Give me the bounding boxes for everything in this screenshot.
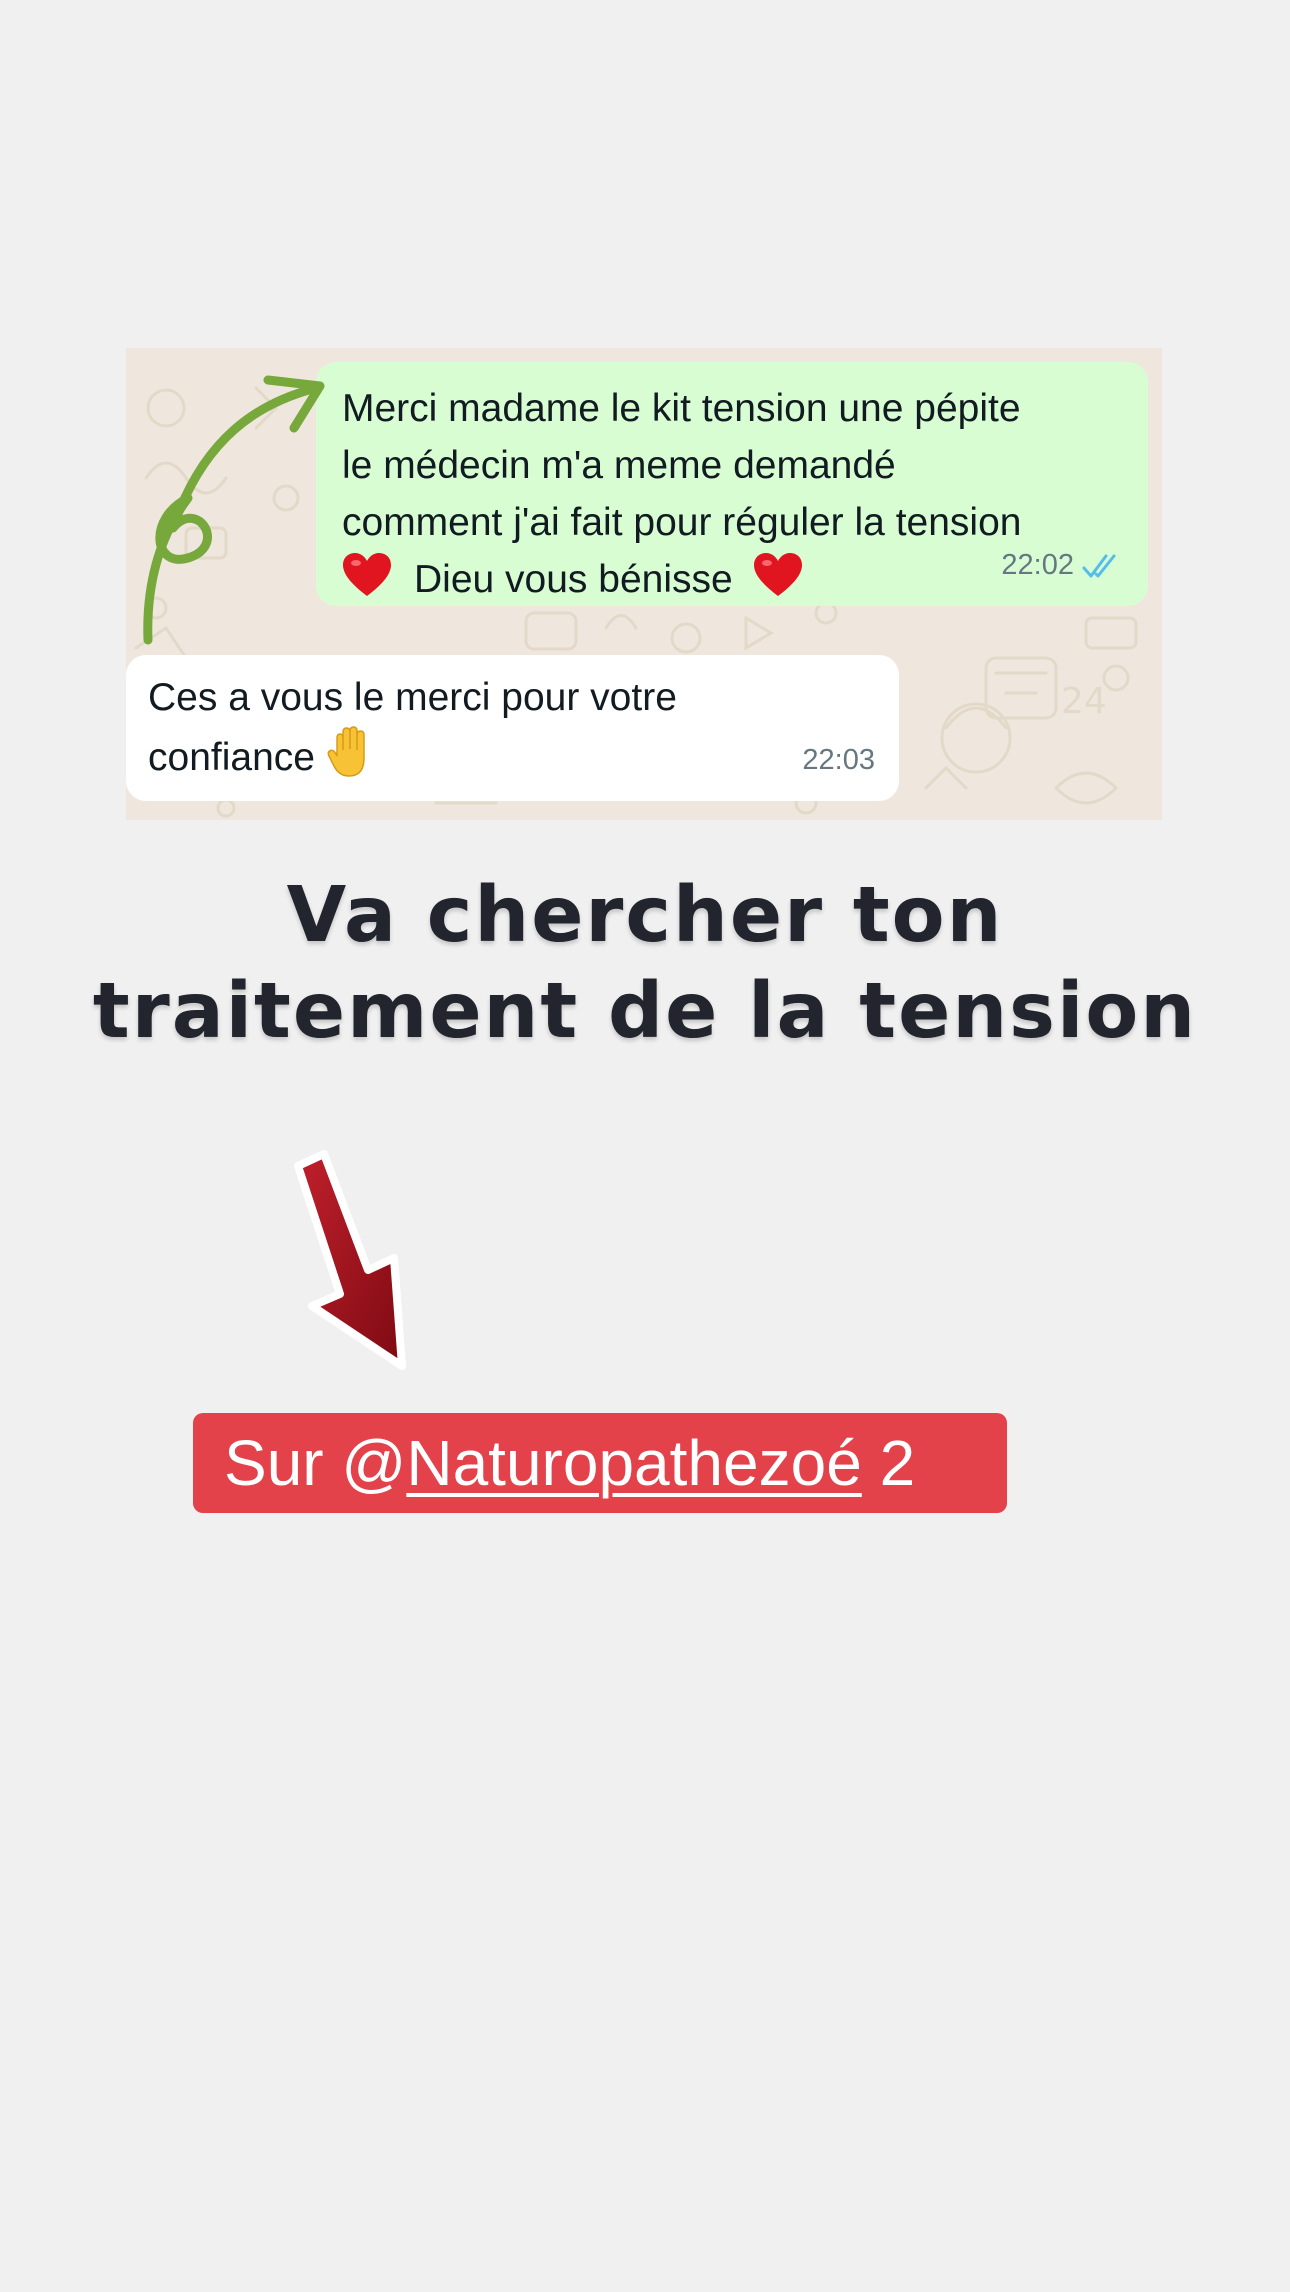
outgoing-message-bubble[interactable]: Merci madame le kit tension une pépite l…	[316, 362, 1148, 606]
message-line: le médecin m'a meme demandé	[342, 444, 896, 487]
headline: Va chercher ton traitement de la tension	[0, 868, 1290, 1060]
message-line-last: confiance	[148, 726, 875, 786]
heart-icon	[753, 553, 802, 596]
message-line: Merci madame le kit tension une pépite	[342, 387, 1021, 430]
incoming-message-bubble[interactable]: Ces a vous le merci pour votre confiance…	[126, 655, 899, 801]
double-check-icon	[1082, 554, 1116, 577]
message-line: Ces a vous le merci pour votre	[148, 676, 677, 719]
message-meta: 22:02	[1001, 537, 1122, 594]
svg-text:24: 24	[1061, 681, 1107, 722]
message-time: 22:02	[1001, 549, 1074, 581]
heart-icon	[343, 553, 391, 596]
headline-line-1: Va chercher ton	[286, 871, 1004, 960]
mention-suffix: 2	[861, 1427, 916, 1499]
message-time: 22:03	[802, 744, 875, 776]
message-text-last: Dieu vous bénisse	[414, 558, 733, 601]
message-text-last: confiance	[148, 736, 315, 779]
curly-arrow-icon	[143, 375, 325, 645]
mention-handle-link[interactable]: Naturopathezoé	[406, 1427, 861, 1499]
down-arrow-icon	[294, 1150, 406, 1370]
mention-prefix: Sur @	[224, 1427, 407, 1499]
raised-hand-icon	[327, 726, 365, 777]
mention-tag[interactable]: Sur @Naturopathezoé 2	[193, 1413, 1007, 1513]
message-meta: 22:03	[802, 732, 875, 789]
headline-line-2: traitement de la tension	[92, 967, 1198, 1056]
